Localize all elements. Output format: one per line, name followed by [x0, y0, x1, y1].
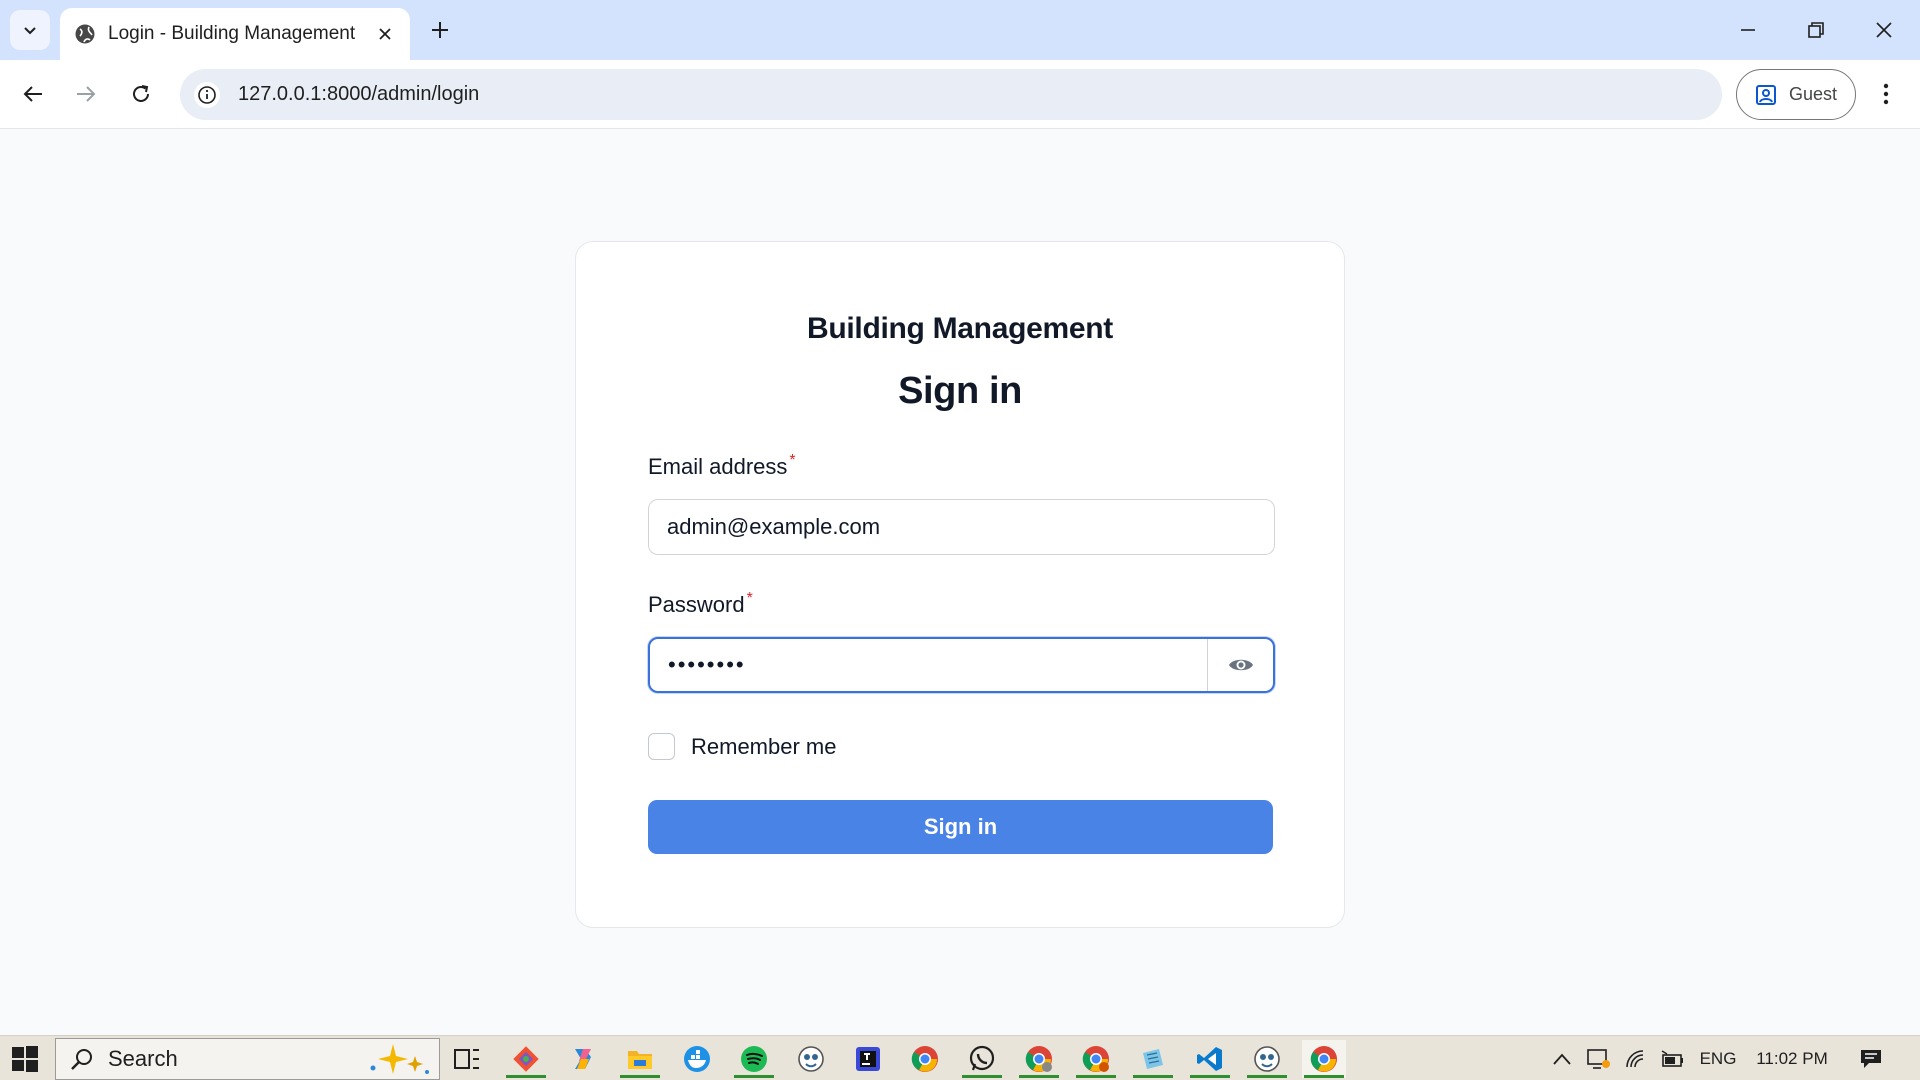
required-marker: * — [789, 452, 796, 469]
close-window-icon[interactable] — [1864, 10, 1904, 50]
required-marker: * — [746, 590, 753, 607]
password-value[interactable]: •••••••• — [650, 652, 1207, 678]
git-icon[interactable] — [504, 1040, 548, 1078]
tab-title: Login - Building Management — [108, 23, 356, 44]
profile-label: Guest — [1789, 84, 1838, 104]
person-badge-icon — [1756, 84, 1776, 105]
running-indicator — [620, 1075, 660, 1078]
notification-center-icon[interactable] — [1856, 1036, 1886, 1080]
running-indicator — [1304, 1075, 1344, 1078]
password-field[interactable]: •••••••• — [648, 637, 1275, 693]
input-language[interactable]: ENG — [1694, 1036, 1742, 1080]
chevron-down-icon — [24, 27, 36, 35]
password-label: Password * — [648, 590, 753, 618]
tab-active[interactable]: Login - Building Management — [60, 8, 410, 60]
clock[interactable]: 11:02 PM — [1748, 1036, 1836, 1080]
copilot-sparkle-icon — [370, 1044, 429, 1074]
spotify-icon[interactable] — [732, 1040, 776, 1078]
running-indicator — [1076, 1075, 1116, 1078]
password-label-text: Password — [648, 592, 745, 617]
running-indicator — [962, 1075, 1002, 1078]
site-info-icon[interactable] — [194, 81, 220, 108]
forward-icon[interactable] — [66, 74, 106, 114]
docker-icon[interactable] — [675, 1040, 719, 1078]
search-icon — [71, 1049, 92, 1070]
remember-me-label[interactable]: Remember me — [691, 734, 836, 760]
tab-search-button[interactable] — [10, 10, 50, 50]
running-indicator — [1133, 1075, 1173, 1078]
close-tab-icon[interactable] — [372, 21, 398, 47]
minimize-icon[interactable] — [1728, 10, 1768, 50]
browser-tab-bar: Login - Building Management — [0, 0, 1920, 60]
page-content: Building Management Sign in Email addres… — [0, 130, 1920, 1035]
file-explorer-icon[interactable] — [618, 1040, 662, 1078]
clock-time: 11:02 PM — [1756, 1048, 1828, 1068]
globe-icon — [74, 23, 96, 45]
running-indicator — [1019, 1075, 1059, 1078]
show-password-icon[interactable] — [1207, 639, 1273, 691]
copilot-icon[interactable] — [561, 1040, 605, 1078]
chrome-profile-icon[interactable] — [1074, 1040, 1118, 1078]
back-icon[interactable] — [13, 74, 53, 114]
new-tab-icon[interactable] — [424, 14, 456, 46]
reload-icon[interactable] — [121, 74, 161, 114]
kebab-menu-icon[interactable] — [1868, 74, 1904, 114]
running-indicator — [506, 1075, 546, 1078]
jetbrains-icon[interactable] — [846, 1040, 890, 1078]
address-bar[interactable]: 127.0.0.1:8000/admin/login — [180, 69, 1722, 120]
taskbar-search[interactable]: Search — [55, 1038, 440, 1080]
page-title: Sign in — [898, 370, 1022, 412]
running-indicator — [1247, 1075, 1287, 1078]
show-hidden-icons-icon[interactable] — [1550, 1036, 1574, 1080]
vscode-icon[interactable] — [1188, 1040, 1232, 1078]
chrome-profile-icon[interactable] — [1017, 1040, 1061, 1078]
email-field[interactable]: admin@example.com — [648, 499, 1275, 555]
language-label: ENG — [1699, 1048, 1737, 1068]
battery-icon[interactable] — [1658, 1036, 1688, 1080]
task-view-icon[interactable] — [445, 1040, 489, 1078]
chrome-icon[interactable] — [903, 1040, 947, 1078]
profile-button[interactable]: Guest — [1736, 69, 1856, 120]
restore-icon[interactable] — [1796, 10, 1836, 50]
chrome-icon[interactable] — [1302, 1040, 1346, 1078]
running-indicator — [1190, 1075, 1230, 1078]
pgadmin-icon[interactable] — [1245, 1040, 1289, 1078]
whatsapp-icon[interactable] — [960, 1040, 1004, 1078]
wifi-icon[interactable] — [1622, 1036, 1652, 1080]
search-label: Search — [108, 1046, 178, 1071]
security-notification-icon[interactable] — [1584, 1036, 1614, 1080]
browser-toolbar: 127.0.0.1:8000/admin/login Guest — [0, 60, 1920, 129]
email-label-text: Email address — [648, 454, 788, 479]
pgadmin-icon[interactable] — [789, 1040, 833, 1078]
brand-name: Building Management — [807, 312, 1113, 345]
running-indicator — [734, 1075, 774, 1078]
email-value[interactable]: admin@example.com — [649, 514, 880, 540]
sign-in-button[interactable]: Sign in — [648, 800, 1273, 854]
url-text[interactable]: 127.0.0.1:8000/admin/login — [238, 83, 479, 106]
login-card: Building Management Sign in Email addres… — [575, 241, 1345, 928]
taskbar: Search ENG 11:02 PM — [0, 1035, 1920, 1080]
email-label: Email address * — [648, 452, 796, 480]
remember-me-checkbox[interactable] — [648, 733, 675, 760]
notepad-icon[interactable] — [1131, 1040, 1175, 1078]
windows-start-icon[interactable] — [10, 1044, 40, 1074]
